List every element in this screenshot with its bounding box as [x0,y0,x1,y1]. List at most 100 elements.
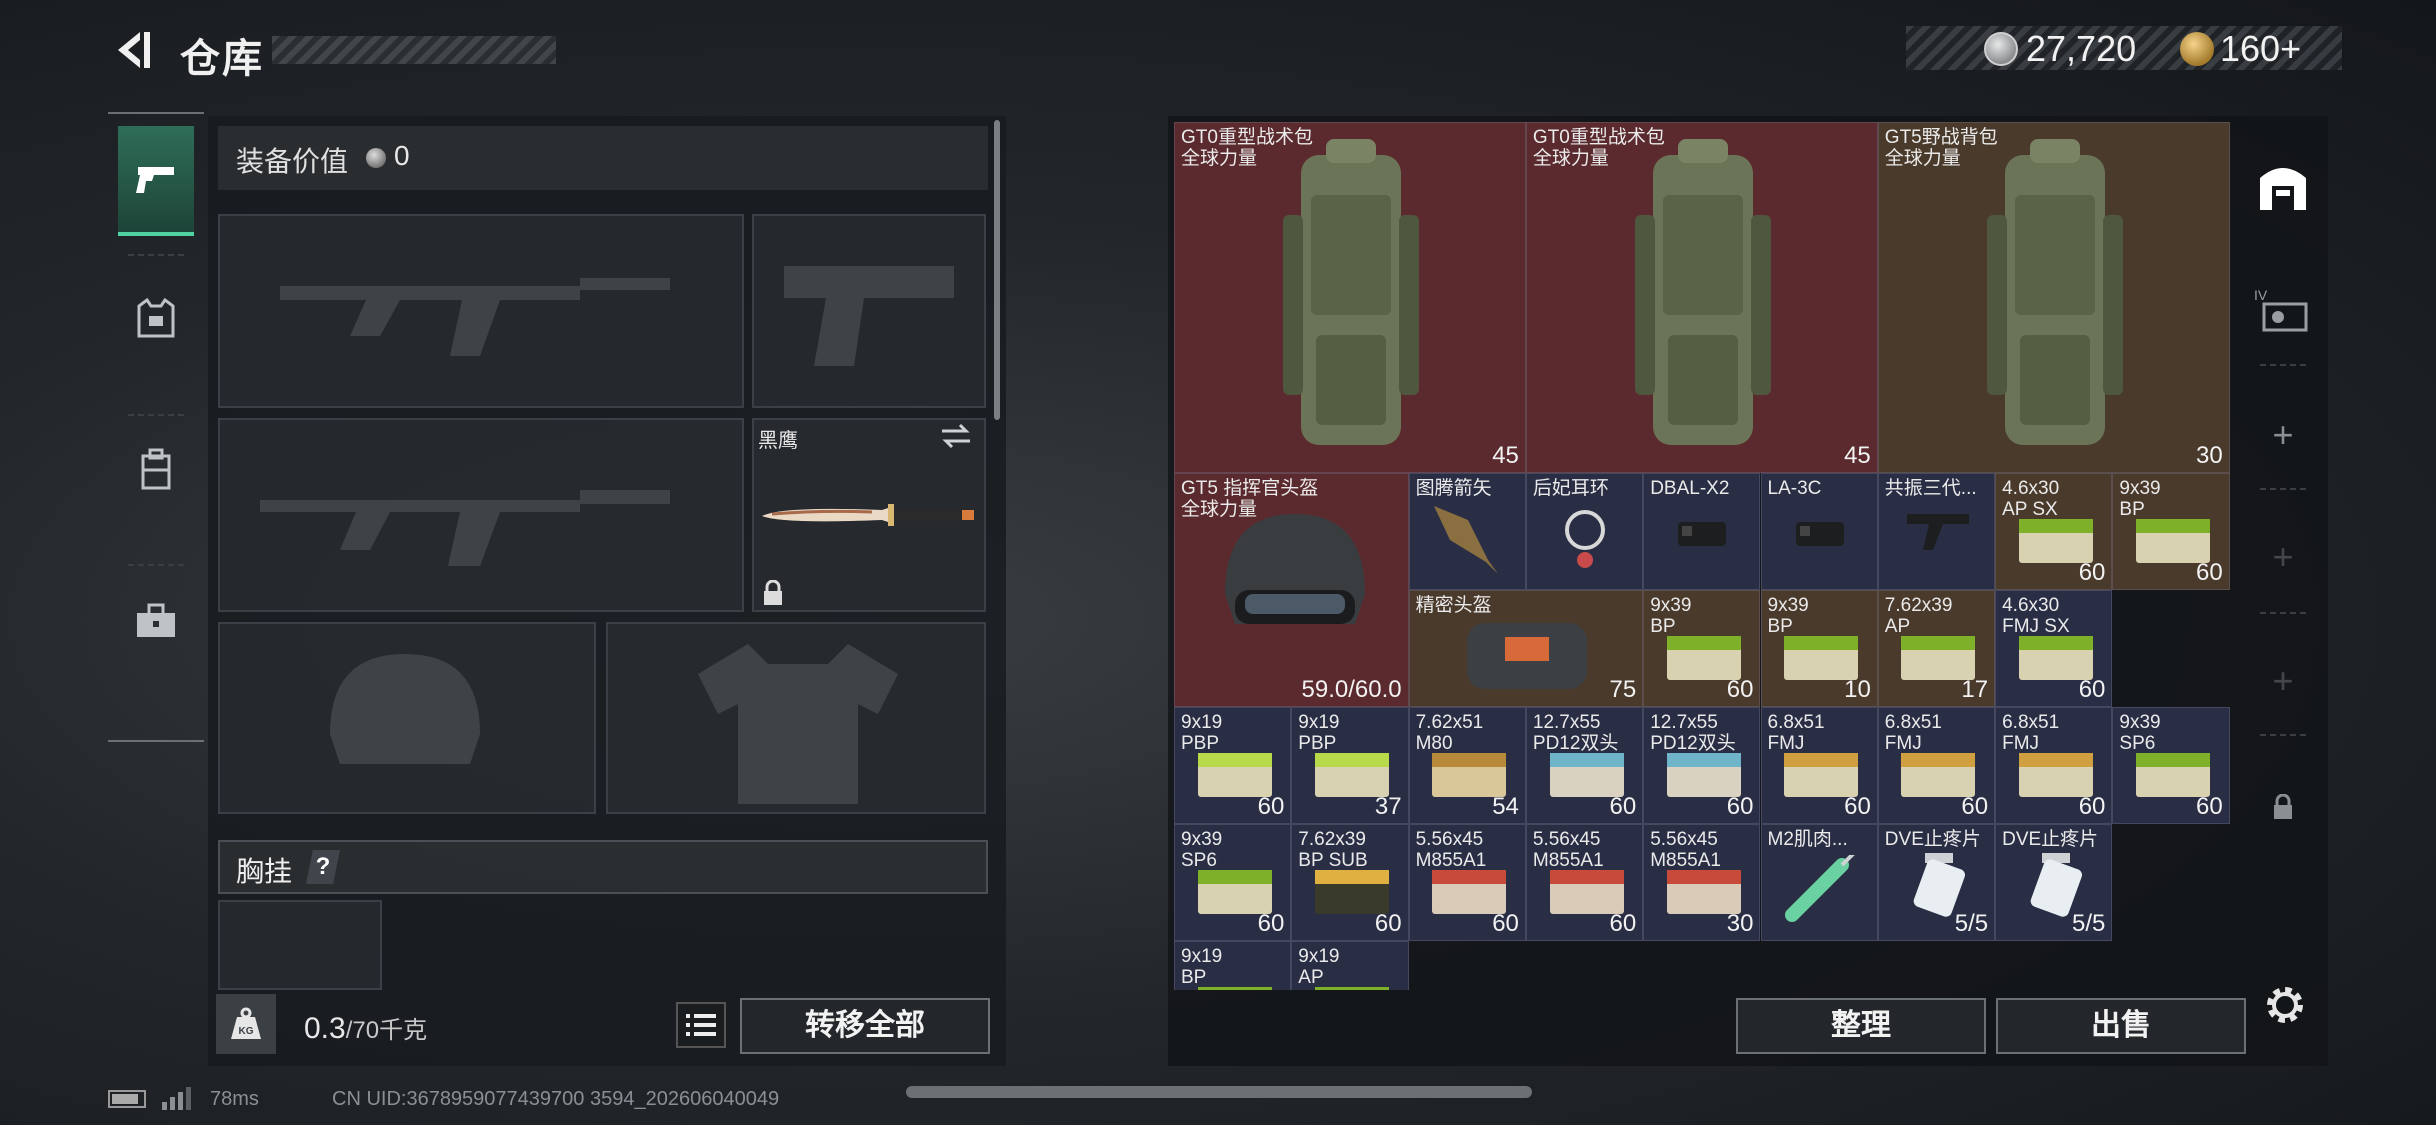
stash-item[interactable]: LA-3C [1760,473,1878,590]
nav-backpack[interactable] [118,414,194,524]
stash-item[interactable]: GT0重型战术包 全球力量 45 [1174,122,1526,473]
stash-item[interactable]: DBAL-X2 [1643,473,1761,590]
ammo-box-icon [1784,752,1859,797]
stash-tab-2[interactable]: IV [2248,276,2318,346]
item-name: 7.62x51 M80 [1415,712,1484,754]
helmet-silhouette-icon [330,654,480,764]
stash-item[interactable]: 5.56x45 M855A1 30 [1643,824,1761,941]
item-name: 图腾箭矢 [1415,478,1492,499]
coin-icon [1984,32,2018,66]
item-name: 9x39 BP [2119,478,2161,520]
stash-item[interactable]: GT0重型战术包 全球力量 45 [1525,122,1878,473]
stash-item[interactable]: 9x19 PBP 37 [1291,707,1409,824]
ping: 78ms [210,1088,259,1110]
lock-icon [2274,794,2292,819]
pistol-silhouette-icon [784,266,954,366]
stash-item[interactable]: 7.62x39 AP 17 [1877,590,1996,707]
stash-item[interactable]: 9x19 AP [1291,941,1409,990]
stash-item[interactable]: 9x19 PBP 60 [1174,707,1292,824]
item-quantity: 60 [2078,559,2106,586]
weight-max: /70千克 [345,1017,428,1044]
stash-item[interactable]: 精密头盔 75 [1408,590,1644,707]
sort-button[interactable]: 整理 [1736,998,1986,1054]
item-quantity: 54 [1492,793,1519,820]
ammo-box-icon [1432,869,1507,914]
item-name: 12.7x55 PD12双头 [1650,712,1736,754]
scrollbar[interactable] [994,120,1000,420]
item-name: 5.56x45 M855A1 [1415,829,1487,871]
grip-icon [1906,514,1969,550]
backpack-icon [141,448,171,490]
left-nav [108,112,204,742]
gold-currency-icon [2180,32,2214,66]
pistol-slot[interactable] [752,214,986,408]
attachment-icon [1795,522,1844,546]
item-quantity: 60 [1374,910,1402,937]
stash-item[interactable]: 9x39 BP 10 [1760,590,1878,707]
item-name: 6.8x51 FMJ [1767,712,1825,754]
ammo-box-icon [1549,752,1624,797]
item-name: 5.56x45 M855A1 [1650,829,1721,871]
stash-item[interactable]: 6.8x51 FMJ 60 [1877,707,1996,824]
stash-item[interactable]: 9x39 SP6 60 [2112,707,2230,824]
nav-toolbox[interactable] [118,566,194,676]
stash-item[interactable]: 图腾箭矢 [1408,473,1526,590]
backpack-icon [1282,139,1419,445]
chest-rig-label: 胸挂 [236,856,293,887]
stash-item[interactable]: 12.7x55 PD12双头 60 [1525,707,1644,824]
stash-item[interactable]: 9x39 BP 60 [2112,473,2230,590]
item-name: 9x39 BP [1767,595,1809,637]
primary-weapon-slot[interactable] [218,214,744,408]
stash-item[interactable]: 9x39 SP6 60 [1174,824,1292,941]
item-quantity: 59.0/60.0 [1301,676,1402,703]
chest-rig-slot[interactable] [218,900,382,990]
item-quantity: 60 [2078,793,2106,820]
signal-icon [162,1087,191,1110]
stash-item[interactable]: GT5 指挥官头盔 全球力量 59.0/60.0 [1174,473,1409,707]
stash-item[interactable]: 9x19 BP [1174,941,1292,990]
stash-item[interactable]: 7.62x51 M80 54 [1408,707,1526,824]
stash-item[interactable]: 后妃耳环 [1525,473,1644,590]
stash-item[interactable]: 6.8x51 FMJ 60 [1760,707,1878,824]
stash-item[interactable]: 7.62x39 BP SUB 60 [1291,824,1409,941]
gold-value[interactable]: 160+ [2220,28,2301,70]
stash-item[interactable]: DVE止疼片 5/5 [1995,824,2113,941]
stash-item[interactable]: 4.6x30 FMJ SX 60 [1995,590,2113,707]
transfer-all-button[interactable]: 转移全部 [740,998,990,1054]
list-view-button[interactable] [676,1002,726,1048]
ammo-box-icon [1901,635,1976,680]
item-name: DVE止疼片 [2002,829,2099,850]
stash-item[interactable]: GT5野战背包 全球力量 30 [1877,122,2230,473]
stash-item[interactable]: DVE止疼片 5/5 [1877,824,1996,941]
settings-button[interactable] [2258,978,2312,1032]
back-button[interactable] [104,24,160,76]
body-armor-slot[interactable] [606,622,986,814]
home-indicator[interactable] [906,1086,1532,1098]
stash-item[interactable]: 5.56x45 M855A1 60 [1525,824,1644,941]
item-quantity: 30 [1726,910,1754,937]
item-quantity: 60 [1257,793,1285,820]
add-stash-tab[interactable]: + [2248,400,2318,470]
stash-tab-main[interactable] [2248,152,2318,222]
stash-item[interactable]: 6.8x51 FMJ 60 [1995,707,2113,824]
nav-armor[interactable] [118,264,194,374]
add-stash-tab[interactable]: + [2248,522,2318,592]
stash-item[interactable]: 9x39 BP 60 [1643,590,1761,707]
stash-item[interactable]: 4.6x30 AP SX 60 [1995,473,2113,590]
helmet-slot[interactable] [218,622,596,814]
secondary-weapon-slot[interactable] [218,418,744,612]
ammo-box-icon [1314,752,1389,797]
item-name: 9x39 SP6 [1181,829,1223,871]
item-name: 共振三代... [1884,478,1977,499]
stash-item[interactable]: M2肌肉... [1760,824,1878,941]
ammo-box-icon [2018,518,2093,563]
nav-weapons[interactable] [118,126,194,236]
item-name: 6.8x51 FMJ [1884,712,1942,754]
add-stash-tab[interactable]: + [2248,646,2318,716]
stash-item[interactable]: 5.56x45 M855A1 60 [1408,824,1526,941]
stash-item[interactable]: 12.7x55 PD12双头 60 [1643,707,1761,824]
stash-item[interactable]: 共振三代... [1877,473,1996,590]
sell-button[interactable]: 出售 [1996,998,2246,1054]
item-name: 12.7x55 PD12双头 [1532,712,1619,754]
swap-icon[interactable] [940,422,972,450]
